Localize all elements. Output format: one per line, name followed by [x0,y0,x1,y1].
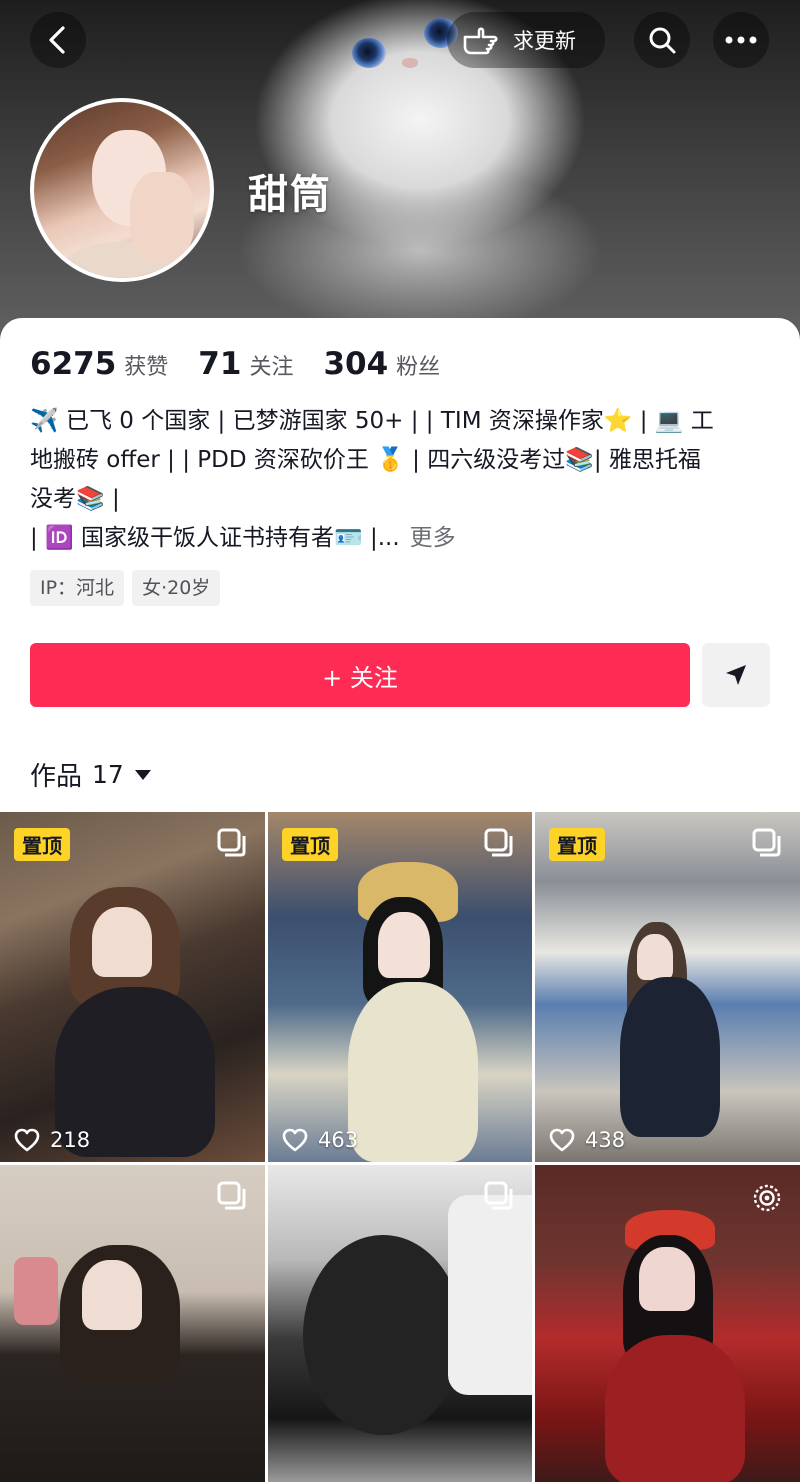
ip-location-tag: IP：河北 [30,570,125,606]
post-figure [378,912,430,978]
post-figure [637,934,673,980]
post-thumbnail[interactable] [535,1165,800,1482]
likes-count: 218 [14,1128,90,1152]
bio-line: | 🆔 国家级干饭人证书持有者🪪 |... [30,525,400,551]
bio-line: ✈️ 已飞 0 个国家 | 已梦游国家 50+ | | TIM 资深操作家⭐ |… [30,408,714,434]
post-figure [639,1247,695,1311]
search-button[interactable] [634,12,690,68]
multi-image-icon [217,828,246,857]
likes-count: 438 [549,1128,625,1152]
tags-row: IP：河北 女·20岁 [30,570,221,606]
post-figure [448,1195,532,1395]
heart-icon [14,1128,40,1152]
likes-number: 463 [318,1128,359,1152]
pinned-badge: 置顶 [549,828,605,861]
multi-image-icon [484,828,513,857]
stat-label: 粉丝 [396,355,441,380]
pointing-hand-icon [463,27,498,55]
more-button[interactable] [713,12,769,68]
multi-image-icon [217,1181,246,1210]
post-figure [620,977,720,1137]
stats-row: 6275 获赞 71 关注 304 粉丝 [30,346,470,382]
bio-line: 地搬砖 offer | | PDD 资深砍价王 🥇 | 四六级没考过📚| 雅思托… [30,447,701,473]
request-update-button[interactable]: 求更新 [447,12,605,68]
bio: ✈️ 已飞 0 个国家 | 已梦游国家 50+ | | TIM 资深操作家⭐ |… [30,402,775,558]
post-thumbnail[interactable]: 置顶 463 [268,812,532,1162]
likes-count: 463 [282,1128,358,1152]
stat-number: 6275 [30,346,117,382]
post-figure [348,982,478,1162]
pinned-badge: 置顶 [282,828,338,861]
follow-button[interactable]: + 关注 [30,643,690,707]
cat-eye-left [352,38,386,68]
search-icon [649,27,676,54]
post-figure [82,1260,142,1330]
multi-image-icon [752,828,781,857]
bio-more-link[interactable]: 更多 [410,525,456,551]
post-thumbnail[interactable]: 置顶 438 [535,812,800,1162]
heart-icon [282,1128,308,1152]
stat-number: 71 [198,346,242,382]
stat-number: 304 [323,346,389,382]
gender-age-tag: 女·20岁 [132,570,221,606]
works-tab[interactable]: 作品 17 [30,756,152,793]
username: 甜筒 [248,172,332,218]
chevron-left-icon [49,26,65,54]
likes-number: 218 [50,1128,91,1152]
pinned-badge: 置顶 [14,828,70,861]
stat-following[interactable]: 71 关注 [198,346,293,382]
post-figure [303,1235,463,1435]
post-thumbnail[interactable] [268,1165,532,1482]
profile-header: 求更新 甜筒 [0,0,800,340]
works-grid: 置顶 218 置顶 463 置顶 438 [0,812,800,1482]
stat-label: 关注 [249,355,294,380]
post-figure [605,1335,745,1482]
multi-image-icon [484,1181,513,1210]
request-update-label: 求更新 [513,29,576,53]
stat-likes[interactable]: 6275 获赞 [30,346,168,382]
message-button[interactable] [702,643,770,707]
more-dots-icon [725,36,757,44]
avatar[interactable] [30,98,214,282]
back-button[interactable] [30,12,86,68]
works-count: 17 [92,760,124,789]
post-figure [14,1257,58,1325]
works-label: 作品 [30,762,83,792]
post-thumbnail[interactable]: 置顶 218 [0,812,265,1162]
heart-icon [549,1128,575,1152]
bio-line-last: | 🆔 国家级干饭人证书持有者🪪 |... 更多 [30,519,775,558]
avatar-hand [130,172,194,262]
send-icon [726,665,746,685]
caret-down-icon [134,769,151,780]
bio-line: 没考📚 | [30,486,120,512]
cat-nose [402,58,418,68]
post-thumbnail[interactable] [0,1165,265,1482]
live-icon [753,1184,781,1212]
likes-number: 438 [585,1128,626,1152]
stat-followers[interactable]: 304 粉丝 [323,346,440,382]
post-figure [92,907,152,977]
stat-label: 获赞 [124,355,169,380]
